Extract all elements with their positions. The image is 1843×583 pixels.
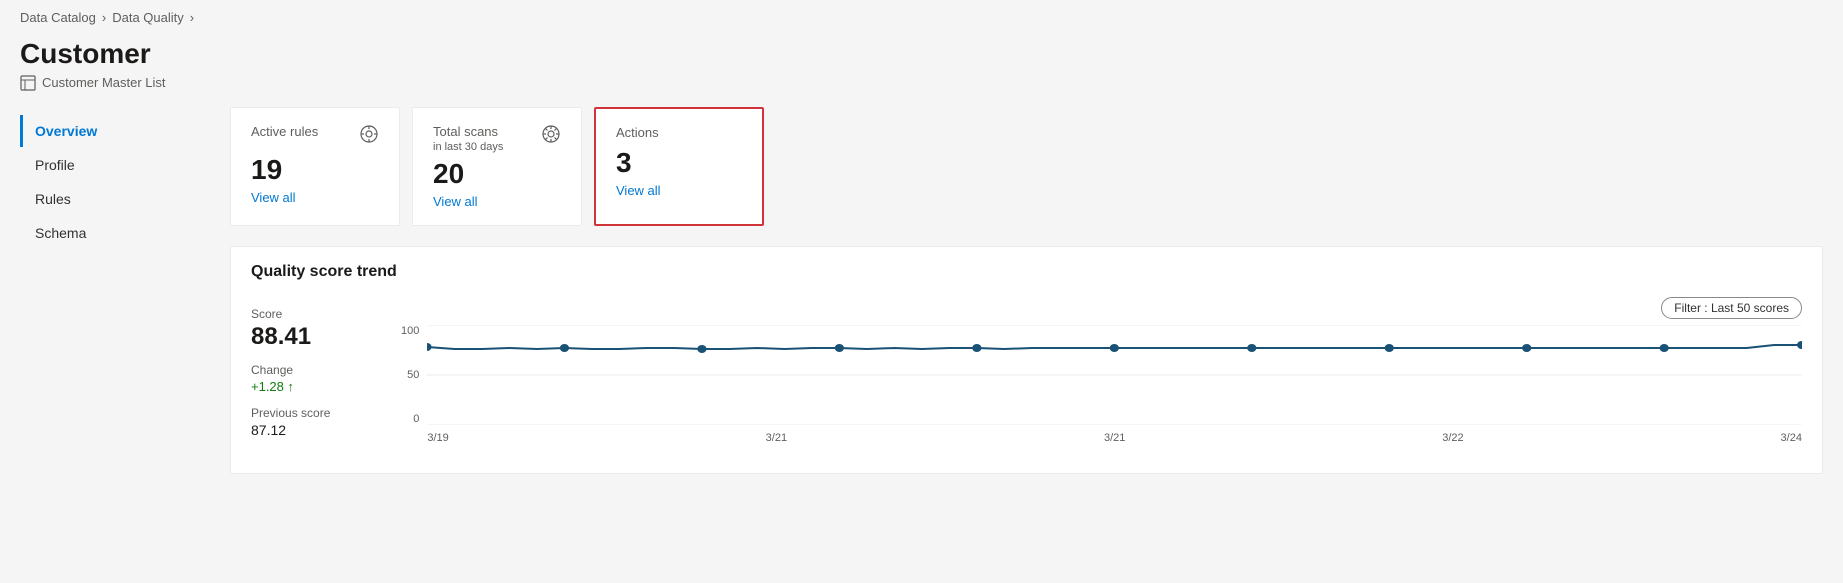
card-header-actions: Actions: [616, 125, 742, 142]
nav-item-profile[interactable]: Profile: [20, 149, 220, 181]
total-scans-card: Total scans in last 30 days: [412, 107, 582, 227]
page-subtitle: Customer Master List: [20, 75, 1823, 91]
breadcrumb-separator-1: ›: [102, 10, 106, 25]
nav-item-rules[interactable]: Rules: [20, 183, 220, 215]
chart-stats: Score 88.41 Change +1.28 ↑ Previous scor…: [251, 297, 381, 457]
total-scans-subtitle: in last 30 days: [433, 141, 503, 153]
prev-score-label: Previous score: [251, 406, 381, 420]
x-label-0: 3/19: [427, 432, 448, 444]
chart-area: Score 88.41 Change +1.28 ↑ Previous scor…: [251, 297, 1802, 457]
breadcrumb: Data Catalog › Data Quality ›: [0, 0, 1843, 29]
y-label-0: 0: [401, 413, 419, 425]
y-label-100: 100: [401, 325, 419, 337]
active-rules-value: 19: [251, 155, 379, 186]
chart-section: Quality score trend Score 88.41 Change +…: [230, 246, 1823, 474]
active-rules-title-group: Active rules: [251, 124, 318, 141]
change-label: Change: [251, 363, 381, 377]
total-scans-title-group: Total scans in last 30 days: [433, 124, 503, 153]
card-header-total-scans: Total scans in last 30 days: [433, 124, 561, 153]
breadcrumb-data-catalog[interactable]: Data Catalog: [20, 10, 96, 25]
total-scans-value: 20: [433, 159, 561, 190]
scans-icon: [541, 124, 561, 149]
left-nav: Overview Profile Rules Schema: [20, 107, 220, 475]
page-title: Customer: [20, 37, 1823, 71]
card-header-active-rules: Active rules: [251, 124, 379, 149]
table-icon: [20, 75, 36, 91]
active-rules-view-all-link[interactable]: View all: [251, 190, 296, 205]
nav-item-schema[interactable]: Schema: [20, 217, 220, 249]
nav-item-overview[interactable]: Overview: [20, 115, 220, 147]
chart-title: Quality score trend: [251, 263, 1802, 281]
x-label-3: 3/22: [1442, 432, 1463, 444]
breadcrumb-separator-2: ›: [190, 10, 194, 25]
active-rules-card: Active rules: [230, 107, 400, 227]
total-scans-title: Total scans: [433, 124, 503, 139]
total-scans-view-all-link[interactable]: View all: [433, 194, 478, 209]
content-area: Active rules: [220, 107, 1823, 475]
x-label-2: 3/21: [1104, 432, 1125, 444]
actions-title: Actions: [616, 125, 659, 140]
page-header: Customer Customer Master List: [0, 29, 1843, 107]
cards-row: Active rules: [230, 107, 1823, 227]
change-value: +1.28 ↑: [251, 379, 381, 394]
active-rules-title: Active rules: [251, 124, 318, 139]
rules-icon: [359, 124, 379, 149]
chart-graph: Filter : Last 50 scores 100 50 0: [401, 297, 1802, 457]
trend-line-chart: [427, 325, 1802, 425]
score-value: 88.41: [251, 323, 381, 351]
breadcrumb-data-quality[interactable]: Data Quality: [112, 10, 184, 25]
actions-view-all-link[interactable]: View all: [616, 183, 661, 198]
y-label-50: 50: [401, 369, 419, 381]
score-label: Score: [251, 307, 381, 321]
filter-button[interactable]: Filter : Last 50 scores: [1661, 297, 1802, 319]
actions-value: 3: [616, 148, 742, 179]
x-label-4: 3/24: [1781, 432, 1802, 444]
page-container: Data Catalog › Data Quality › Customer C…: [0, 0, 1843, 583]
subtitle-text: Customer Master List: [42, 75, 166, 90]
actions-card: Actions 3 View all: [594, 107, 764, 227]
main-content: Overview Profile Rules Schema Active rul…: [0, 107, 1843, 475]
x-label-1: 3/21: [766, 432, 787, 444]
prev-score-value: 87.12: [251, 422, 381, 438]
